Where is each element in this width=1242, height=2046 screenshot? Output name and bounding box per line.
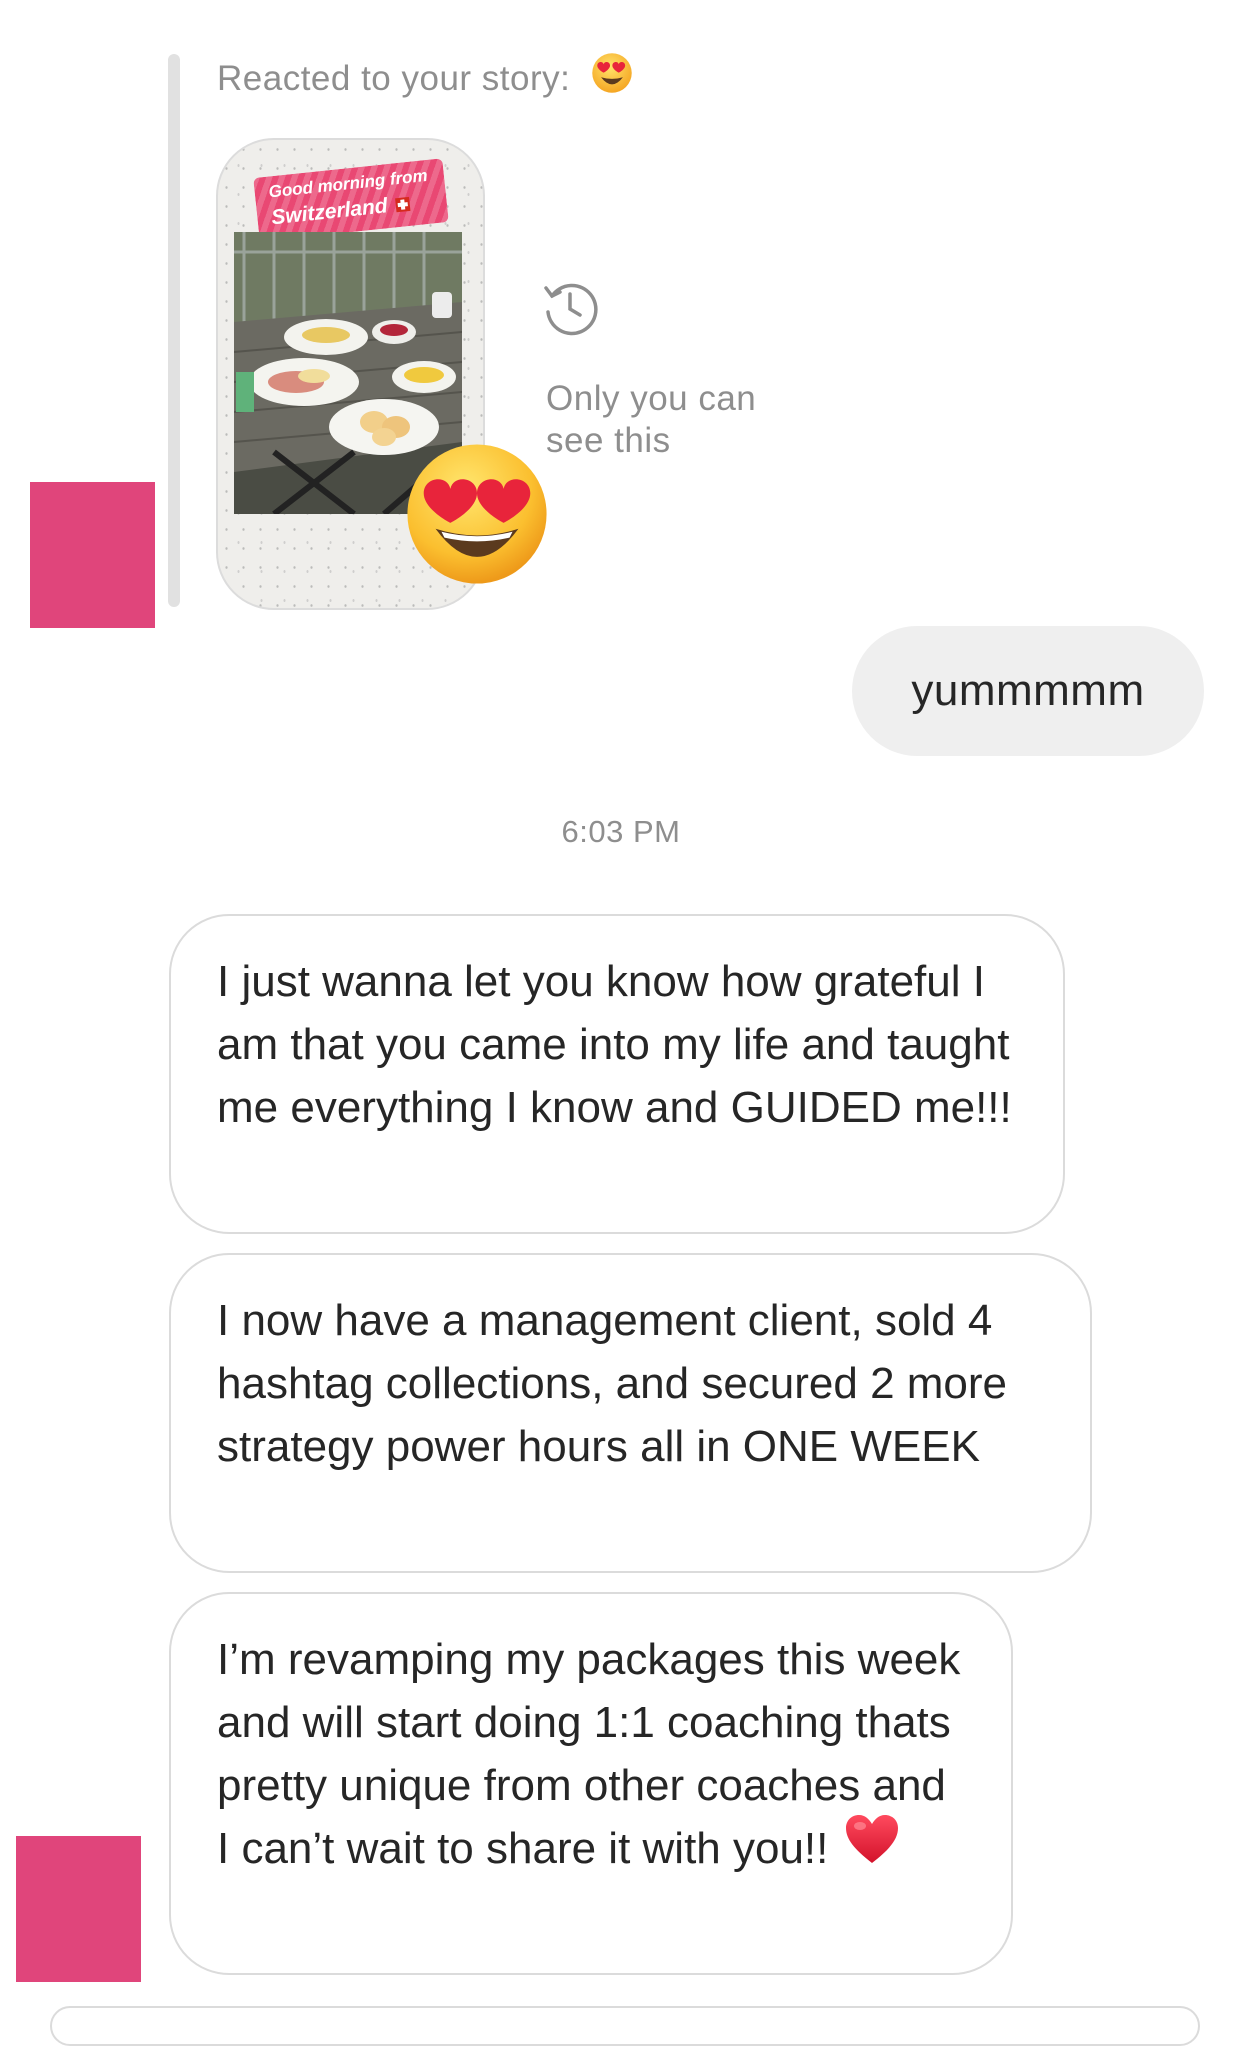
contact-avatar[interactable] bbox=[30, 482, 155, 628]
received-message-text: I now have a management client, sold 4 h… bbox=[217, 1296, 1008, 1471]
heart-eyes-emoji-icon bbox=[591, 52, 633, 103]
reacted-label: Reacted to your story: bbox=[217, 58, 571, 98]
heart-eyes-emoji-icon bbox=[403, 440, 551, 588]
story-reaction-header: Reacted to your story: bbox=[217, 53, 633, 103]
message-composer[interactable] bbox=[50, 2006, 1200, 2046]
sent-message-text: yummmmm bbox=[911, 666, 1145, 715]
sent-message-bubble[interactable]: yummmmm bbox=[852, 626, 1204, 756]
received-message-text: I just wanna let you know how grateful I… bbox=[217, 957, 1012, 1132]
received-message-bubble[interactable]: I just wanna let you know how grateful I… bbox=[169, 914, 1065, 1234]
received-message-bubble[interactable]: I now have a management client, sold 4 h… bbox=[169, 1253, 1092, 1573]
reply-thread-line bbox=[168, 54, 180, 607]
visibility-note: Only you can see this bbox=[546, 379, 757, 460]
received-message-bubble[interactable]: I’m revamping my packages this week and … bbox=[169, 1592, 1013, 1975]
clock-history-icon bbox=[540, 278, 600, 338]
contact-avatar[interactable] bbox=[16, 1836, 141, 1982]
message-timestamp: 6:03 PM bbox=[561, 814, 681, 849]
swiss-flag-icon bbox=[394, 197, 411, 213]
red-heart-emoji-icon bbox=[844, 1813, 900, 1882]
